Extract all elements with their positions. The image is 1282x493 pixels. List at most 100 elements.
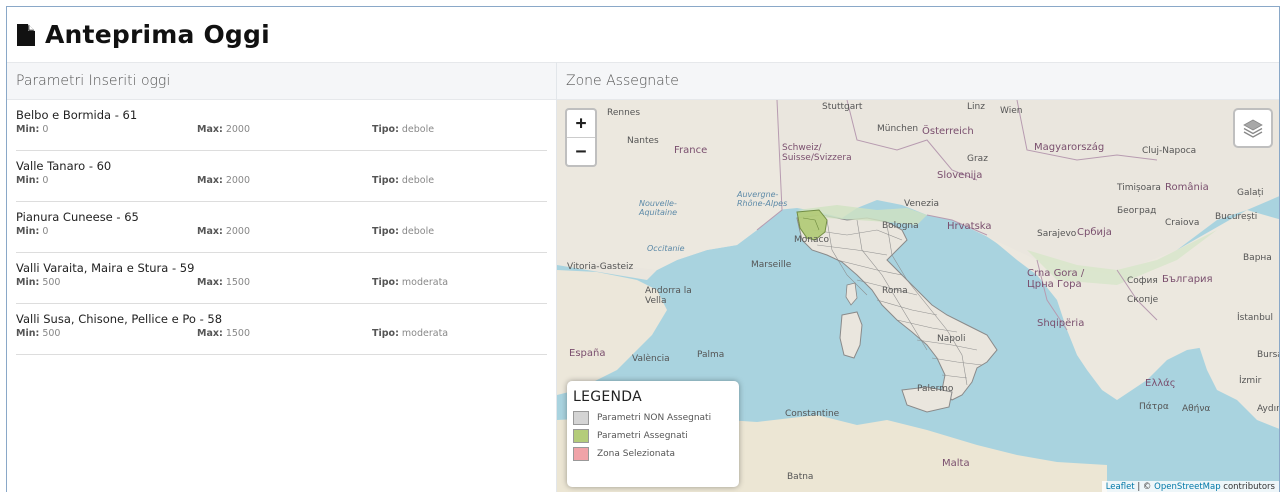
zones-panel: Zone Assegnate Stuttgart München Linz Wi…: [557, 62, 1279, 492]
map-label-palma: Palma: [697, 350, 725, 360]
page-frame: Anteprima Oggi Parametri Inseriti oggi B…: [6, 6, 1280, 492]
map-label-istanbul: İstanbul: [1237, 313, 1274, 323]
max-label: Max:: [197, 277, 223, 288]
map-legend: LEGENDA Parametri NON Assegnati Parametr…: [567, 381, 739, 487]
max-value: 2000: [225, 124, 251, 135]
map-label-stuttgart: Stuttgart: [822, 102, 863, 112]
parameter-max: Max: 2000: [197, 175, 372, 186]
map-label-bursa: Bursa: [1257, 350, 1279, 360]
max-label: Max:: [197, 328, 223, 339]
map-label-varna: Варна: [1243, 253, 1272, 263]
map-label-marseille: Marseille: [751, 260, 792, 270]
map-label-osterreich: Österreich: [922, 126, 974, 137]
tipo-label: Tipo:: [372, 328, 399, 339]
tipo-value: debole: [401, 226, 435, 237]
min-value: 0: [42, 226, 49, 237]
legend-item-assigned: Parametri Assegnati: [573, 429, 733, 443]
parameter-max: Max: 2000: [197, 226, 372, 237]
map-label-magyarorszag: Magyarország: [1034, 142, 1105, 153]
parameter-meta: Min: 0 Max: 2000 Tipo: debole: [16, 124, 547, 135]
parameter-min: Min: 0: [16, 226, 197, 237]
map-label-athina: Αθήνα: [1182, 404, 1211, 414]
map-label-bologna: Bologna: [882, 221, 919, 231]
page-title: Anteprima Oggi: [45, 20, 270, 49]
tipo-value: moderata: [401, 277, 449, 288]
map-label-espana: España: [569, 348, 606, 359]
max-label: Max:: [197, 124, 223, 135]
parameter-min: Min: 0: [16, 175, 197, 186]
map-label-ellada: Ελλάς: [1145, 378, 1176, 389]
zoom-out-button[interactable]: −: [567, 137, 595, 165]
parameter-max: Max: 1500: [197, 328, 372, 339]
parameter-meta: Min: 500 Max: 1500 Tipo: moderata: [16, 328, 547, 339]
tipo-value: debole: [401, 175, 435, 186]
max-value: 1500: [225, 277, 251, 288]
parameter-tipo: Tipo: debole: [372, 124, 434, 135]
min-value: 0: [42, 124, 49, 135]
zoom-in-button[interactable]: +: [567, 110, 595, 137]
map-label-izmir: İzmir: [1239, 376, 1262, 386]
tipo-label: Tipo:: [372, 226, 399, 237]
map-label-palermo: Palermo: [917, 384, 954, 394]
legend-item-not-assigned: Parametri NON Assegnati: [573, 411, 733, 425]
map-label-sofia: София: [1127, 276, 1158, 286]
map-label-munchen: München: [877, 124, 919, 134]
map-label-hrvatska: Hrvatska: [947, 221, 992, 232]
map-label-romania: România: [1165, 182, 1209, 193]
map-label-venezia: Venezia: [904, 199, 939, 209]
legend-label: Parametri Assegnati: [597, 431, 688, 441]
map-label-andorra: Andorra la Vella: [645, 286, 692, 306]
map-label-timisoara: Timișoara: [1117, 183, 1161, 193]
page-header: Anteprima Oggi: [7, 7, 1279, 62]
parameter-item: Belbo e Bormida - 61 Min: 0 Max: 2000 Tipo:…: [16, 100, 547, 151]
attribution-suffix: contributors: [1220, 482, 1275, 492]
map-label-craiova: Craiova: [1165, 218, 1200, 228]
parameter-tipo: Tipo: moderata: [372, 277, 448, 288]
map-label-monaco: Monaco: [794, 235, 829, 245]
max-value: 1500: [225, 328, 251, 339]
legend-item-selected: Zona Selezionata: [573, 447, 733, 461]
parameter-name: Valli Susa, Chisone, Pellice e Po - 58: [16, 312, 223, 326]
map-label-beograd: Београд: [1117, 206, 1157, 216]
map-label-constantine: Constantine: [785, 409, 840, 419]
zones-panel-header: Zone Assegnate: [557, 62, 1279, 100]
parameter-name: Valle Tanaro - 60: [16, 159, 112, 173]
legend-swatch-not-assigned: [573, 411, 589, 425]
min-label: Min:: [16, 124, 40, 135]
min-label: Min:: [16, 328, 40, 339]
leaflet-link[interactable]: Leaflet: [1106, 482, 1135, 492]
document-icon: [17, 23, 35, 46]
map-label-bulgaria: България: [1162, 274, 1213, 285]
parameter-tipo: Tipo: moderata: [372, 328, 448, 339]
max-label: Max:: [197, 226, 223, 237]
layers-button[interactable]: [1233, 108, 1273, 148]
map-label-nantes: Nantes: [627, 136, 659, 146]
osm-link[interactable]: OpenStreetMap: [1154, 482, 1220, 492]
parameter-max: Max: 2000: [197, 124, 372, 135]
map-label-aydin: Aydın: [1257, 404, 1279, 414]
land-corsica: [845, 282, 858, 306]
map-label-crna-gora: Crna Gora / Црна Гора: [1027, 268, 1085, 290]
map-label-batna: Batna: [787, 472, 814, 482]
min-value: 500: [42, 328, 61, 339]
map-label-linz: Linz: [967, 102, 985, 112]
tipo-value: moderata: [401, 328, 449, 339]
legend-swatch-assigned: [573, 429, 589, 443]
max-value: 2000: [225, 175, 251, 186]
min-value: 500: [42, 277, 61, 288]
map-label-shqiperia: Shqipëria: [1037, 318, 1085, 329]
legend-label: Parametri NON Assegnati: [597, 413, 712, 423]
map-label-roma: Roma: [882, 286, 908, 296]
map-label-rennes: Rennes: [607, 108, 641, 118]
parameter-name: Pianura Cuneese - 65: [16, 210, 139, 224]
parameter-item: Pianura Cuneese - 65 Min: 0 Max: 2000 Tipo:…: [16, 202, 547, 253]
parameter-meta: Min: 500 Max: 1500 Tipo: moderata: [16, 277, 547, 288]
map-label-graz: Graz: [967, 154, 988, 164]
parameter-item: Valle Tanaro - 60 Min: 0 Max: 2000 Tipo: de…: [16, 151, 547, 202]
map[interactable]: Stuttgart München Linz Wien Rennes Nante…: [557, 100, 1279, 492]
tipo-label: Tipo:: [372, 175, 399, 186]
parameter-meta: Min: 0 Max: 2000 Tipo: debole: [16, 226, 547, 237]
parameter-max: Max: 1500: [197, 277, 372, 288]
min-value: 0: [42, 175, 49, 186]
map-label-sarajevo: Sarajevo: [1037, 229, 1077, 239]
